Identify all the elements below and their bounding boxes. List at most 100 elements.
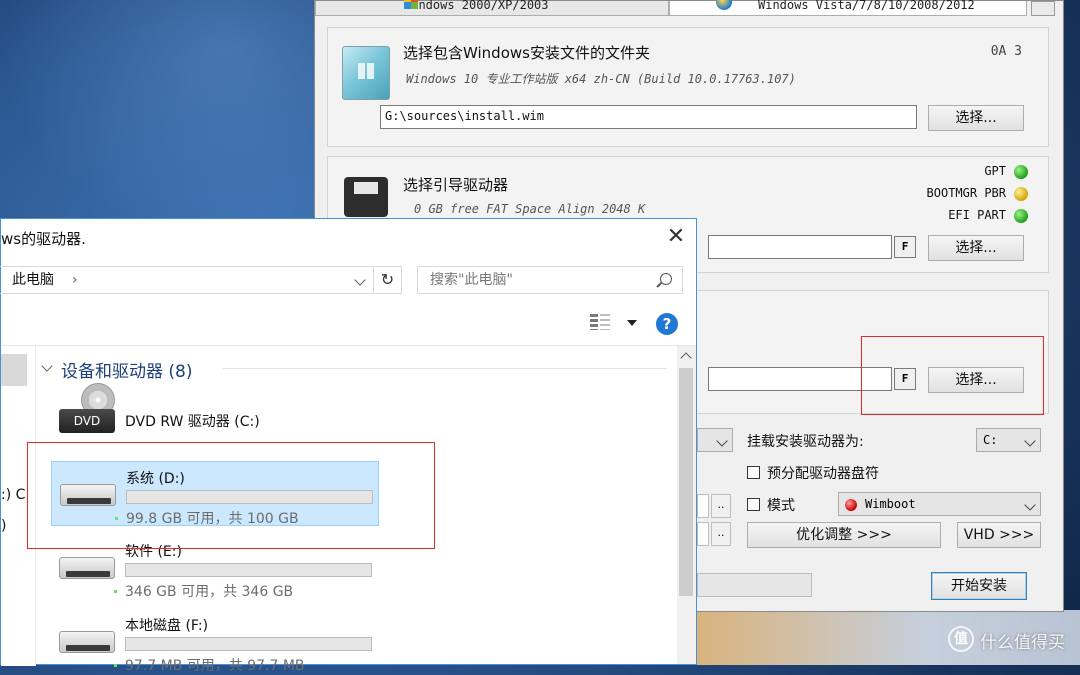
section-divider (223, 368, 667, 369)
yellow-led-icon (1014, 186, 1028, 201)
status-gpt-label: GPT (984, 164, 1006, 178)
search-icon (660, 273, 672, 285)
source-subtitle: Windows 10 专业工作站版 x64 zh-CN (Build 10.0.… (406, 72, 796, 86)
version-tag: 0A 3 (990, 44, 1022, 59)
close-icon[interactable]: ✕ (662, 223, 690, 251)
status-gpt: GPT (984, 164, 1028, 179)
desktop-background (0, 0, 320, 240)
mode-label: 模式 (767, 498, 795, 514)
hard-drive-icon (60, 484, 118, 520)
hard-drive-icon (59, 631, 117, 667)
status-efi-label: EFI PART (948, 208, 1006, 222)
option-field-2[interactable] (697, 522, 709, 546)
mode-checkbox[interactable] (747, 498, 760, 511)
status-bootmgr: BOOTMGR PBR (927, 186, 1028, 201)
drive-item-dvd[interactable]: DVD DVD RW 驱动器 (C:) (51, 383, 379, 454)
hard-drive-icon (59, 557, 117, 593)
floppy-disk-icon (344, 177, 388, 225)
drive-name: 系统 (D:) (126, 471, 185, 487)
start-install-button[interactable]: 开始安装 (931, 572, 1027, 600)
chevron-down-icon[interactable] (41, 360, 53, 372)
drive-usage-bar (125, 563, 372, 577)
mode-value: Wimboot (865, 497, 916, 511)
caret-down-icon[interactable] (627, 320, 637, 326)
search-input[interactable]: 搜索"此电脑" (417, 266, 683, 294)
drive-item-e[interactable]: 软件 (E:) 346 GB 可用，共 346 GB (51, 535, 379, 600)
address-bar[interactable]: 此电脑 › (0, 266, 374, 294)
nav-selected-item[interactable] (1, 354, 27, 386)
vhd-button[interactable]: VHD >>> (957, 522, 1041, 548)
drive-item-d[interactable]: 系统 (D:) 99.8 GB 可用，共 100 GB (51, 461, 379, 527)
nav-item-partial[interactable]: ) (1, 518, 6, 534)
chevron-down-icon (1024, 435, 1036, 447)
nav-item-partial[interactable]: :) C (1, 487, 25, 503)
install-media-icon (342, 46, 390, 100)
source-select-button[interactable]: 选择... (928, 105, 1024, 131)
browse-drive-dialog: ws的驱动器. ✕ 此电脑 › ↻ 搜索"此电脑" ? :) C ) 设备和驱动… (0, 218, 697, 674)
install-select-button[interactable]: 选择... (928, 367, 1024, 393)
chevron-down-icon (1024, 499, 1036, 511)
windows-vista-icon (716, 0, 732, 10)
chevron-down-icon (716, 435, 728, 447)
search-placeholder: 搜索"此电脑" (430, 272, 513, 288)
option-browse-1[interactable]: .. (711, 494, 731, 518)
drive-size: 346 GB 可用，共 346 GB (125, 584, 294, 600)
install-format-button[interactable]: F (894, 368, 916, 390)
windows-xp-icon (404, 0, 418, 9)
option-field-1[interactable] (697, 494, 709, 518)
breadcrumb-separator: › (72, 272, 78, 288)
section-devices-heading[interactable]: 设备和驱动器 (8) (61, 357, 192, 382)
watermark-badge-icon: 值 (948, 626, 974, 652)
view-options-icon[interactable] (590, 313, 610, 331)
drive-size: 97.7 MB 可用，共 97.7 MB (125, 658, 305, 674)
version-dropdown[interactable] (697, 428, 733, 452)
drive-name: DVD RW 驱动器 (C:) (125, 414, 260, 430)
tools-icon[interactable] (1031, 1, 1055, 16)
scroll-thumb[interactable] (679, 368, 693, 596)
divider (1, 345, 696, 346)
source-path-input[interactable]: G:\sources\install.wim (380, 105, 917, 129)
status-efi: EFI PART (948, 208, 1028, 223)
source-group: 选择包含Windows安装文件的文件夹 Windows 10 专业工作站版 x6… (327, 27, 1049, 147)
mount-label: 挂载安装驱动器为: (747, 434, 864, 450)
drive-usage-bar (125, 637, 372, 651)
chevron-down-icon[interactable] (354, 274, 366, 286)
drive-usage-bar (126, 490, 373, 504)
tab-modern-label: Windows Vista/7/8/10/2008/2012 (758, 0, 975, 12)
scroll-up-icon[interactable] (680, 352, 692, 364)
tab-legacy-windows[interactable]: Windows 2000/XP/2003 (315, 0, 669, 16)
navigation-pane: :) C ) (1, 346, 36, 666)
vertical-scrollbar[interactable] (677, 346, 696, 664)
watermark-text: 什么值得买 (980, 633, 1065, 653)
prealloc-label: 预分配驱动器盘符 (767, 466, 879, 482)
dialog-titlebar: ws的驱动器. ✕ (1, 219, 696, 257)
drive-item-f[interactable]: 本地磁盘 (F:) 97.7 MB 可用，共 97.7 MB (51, 609, 379, 674)
status-bootmgr-label: BOOTMGR PBR (926, 186, 1006, 200)
install-drive-input[interactable] (708, 367, 892, 391)
red-led-icon (845, 498, 857, 511)
mount-drive-select[interactable]: C: (976, 428, 1041, 452)
drive-size: 99.8 GB 可用，共 100 GB (126, 511, 299, 527)
source-title: 选择包含Windows安装文件的文件夹 (403, 44, 650, 62)
boot-title: 选择引导驱动器 (403, 176, 509, 194)
tab-modern-windows[interactable]: Windows Vista/7/8/10/2008/2012 (669, 0, 1027, 16)
green-led-icon (1014, 164, 1028, 179)
boot-subtitle: 0 GB free FAT Space Align 2048 K (414, 202, 646, 216)
breadcrumb-this-pc[interactable]: 此电脑 (12, 267, 54, 293)
dialog-title: ws的驱动器. (1, 230, 86, 248)
dvd-drive-icon: DVD (59, 409, 115, 433)
drive-name: 软件 (E:) (125, 544, 182, 560)
help-icon[interactable]: ? (656, 313, 678, 335)
refresh-icon[interactable]: ↻ (374, 266, 402, 294)
green-led-icon (1014, 208, 1028, 223)
mode-select[interactable]: Wimboot (838, 492, 1041, 516)
boot-format-button[interactable]: F (894, 236, 916, 258)
boot-select-button[interactable]: 选择... (928, 235, 1024, 261)
drive-name: 本地磁盘 (F:) (125, 618, 209, 634)
tweak-button[interactable]: 优化调整 >>> (747, 522, 941, 548)
prealloc-checkbox[interactable] (747, 466, 760, 479)
boot-drive-input[interactable] (708, 235, 892, 259)
progress-field (697, 573, 812, 597)
option-browse-2[interactable]: .. (711, 522, 731, 546)
mount-drive-value: C: (983, 433, 998, 447)
